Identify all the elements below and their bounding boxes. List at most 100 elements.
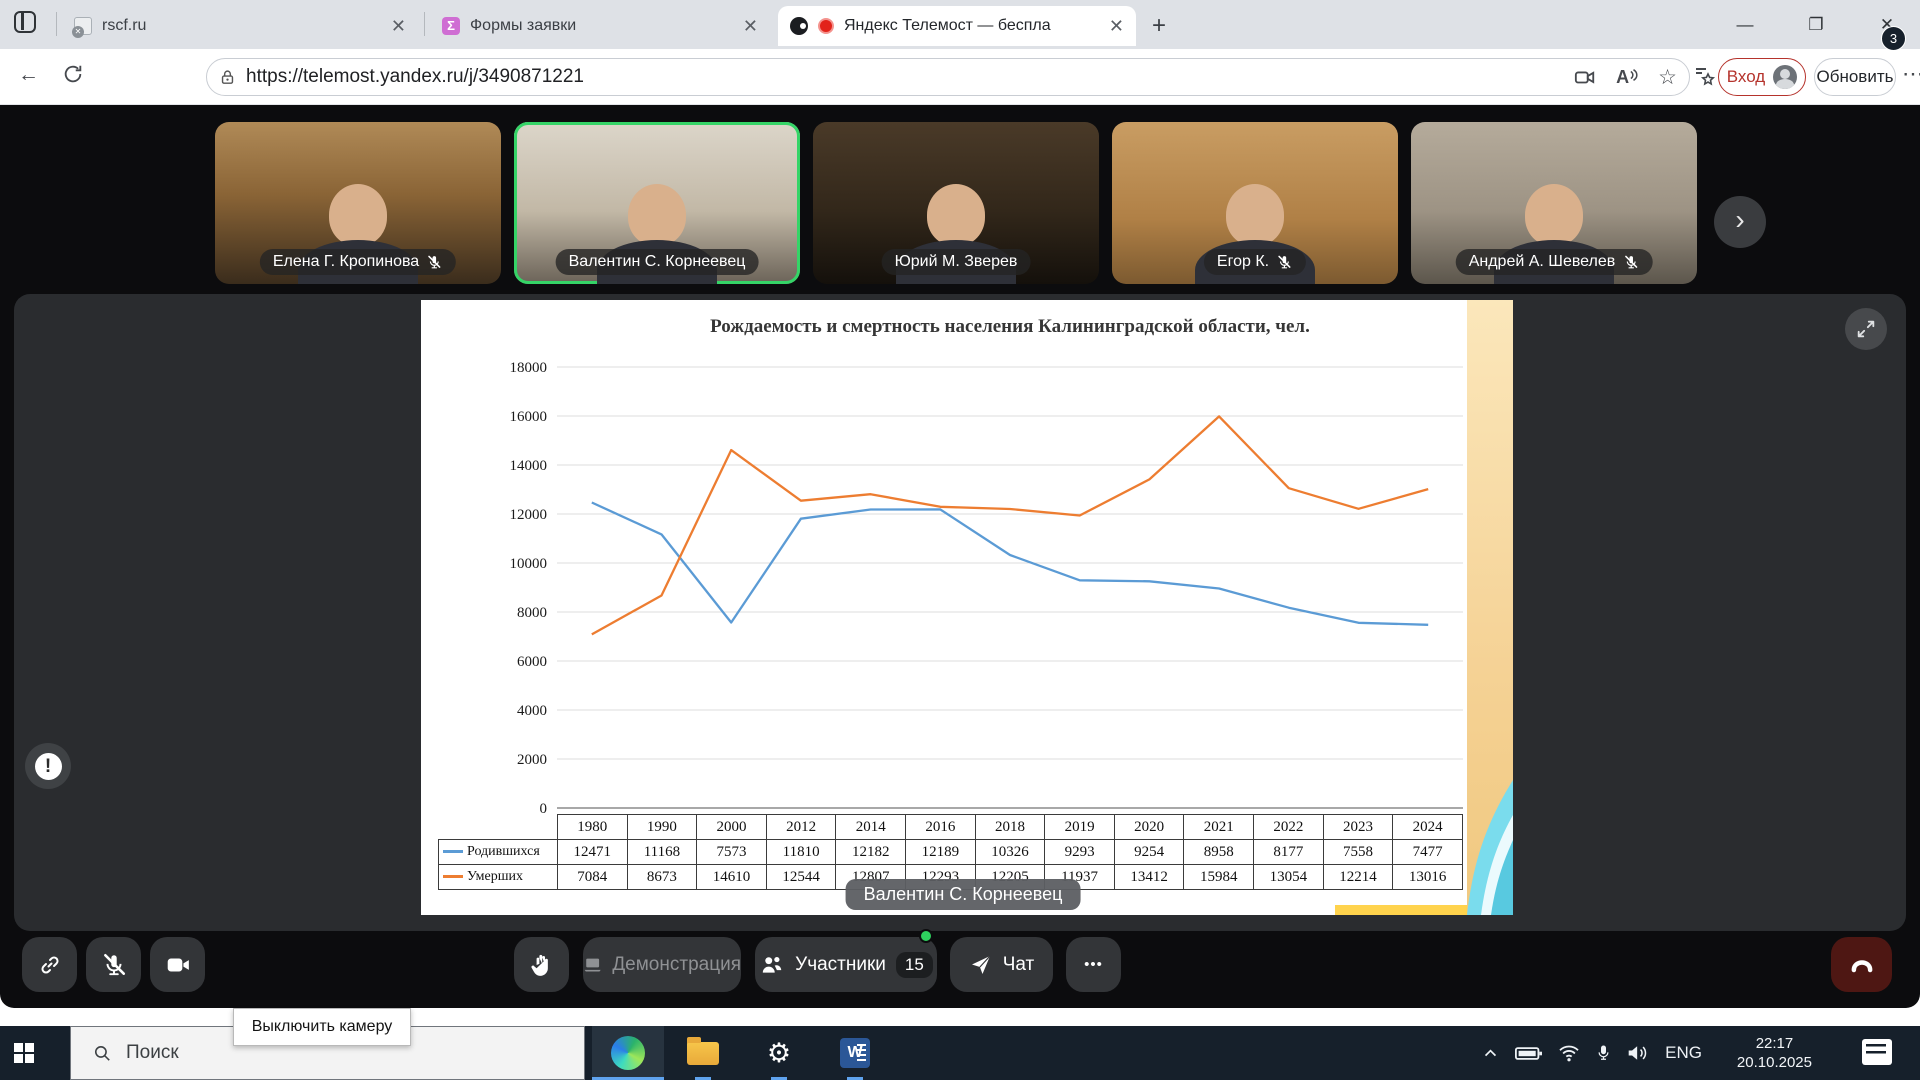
tab-title: rscf.ru <box>102 17 377 35</box>
taskbar-word-button[interactable]: W <box>828 1026 882 1080</box>
mic-muted-icon <box>1276 254 1293 271</box>
meeting-area: Елена Г. Кропинова Валентин С. Корнеевец Ю… <box>0 105 1920 1008</box>
hangup-icon <box>1847 950 1877 980</box>
participant-name: Валентин С. Корнеевец <box>569 253 746 271</box>
refresh-icon[interactable] <box>62 63 84 85</box>
tab-title: Формы заявки <box>470 17 729 35</box>
next-participants-button[interactable]: › <box>1714 196 1766 248</box>
participant-thumbnail[interactable]: Егор К. <box>1112 122 1398 284</box>
value-cell: 12189 <box>906 840 976 865</box>
browser-menu-icon[interactable]: ⋯ <box>1902 61 1920 87</box>
value-cell: 7477 <box>1393 840 1463 865</box>
active-speaker-label: Валентин С. Корнеевец <box>846 879 1081 910</box>
favorite-star-icon[interactable]: ☆ <box>1658 65 1677 90</box>
camera-access-icon[interactable] <box>1574 66 1596 88</box>
more-options-button[interactable]: ••• <box>1066 937 1121 992</box>
svg-text:18000: 18000 <box>510 360 548 376</box>
legend-dash-icon <box>443 850 463 853</box>
taskbar-edge-button[interactable] <box>592 1026 664 1080</box>
participants-icon <box>759 952 785 978</box>
participant-thumbnail[interactable]: Валентин С. Корнеевец <box>514 122 800 284</box>
participant-thumbnail[interactable]: Елена Г. Кропинова <box>215 122 501 284</box>
participant-thumbnail[interactable]: Андрей А. Шевелев <box>1411 122 1697 284</box>
mic-muted-icon <box>426 254 443 271</box>
search-icon <box>93 1044 112 1063</box>
value-cell: 11810 <box>766 840 836 865</box>
raise-hand-button[interactable] <box>514 937 569 992</box>
favorites-hub-icon[interactable] <box>1692 64 1716 88</box>
new-tab-button[interactable]: + <box>1152 12 1166 40</box>
value-cell: 8177 <box>1254 840 1324 865</box>
tab-forms[interactable]: Σ Формы заявки ✕ <box>430 6 770 46</box>
language-indicator[interactable]: ENG <box>1665 1043 1702 1063</box>
year-header: 2016 <box>906 815 976 840</box>
participant-name-label: Андрей А. Шевелев <box>1456 249 1653 275</box>
participant-name-label: Юрий М. Зверев <box>882 249 1031 275</box>
speaker-icon[interactable] <box>1627 1044 1649 1062</box>
battery-icon[interactable] <box>1515 1045 1542 1062</box>
screen-share-label: Демонстрация <box>612 954 741 976</box>
value-cell: 15984 <box>1184 865 1254 890</box>
year-header: 2023 <box>1323 815 1393 840</box>
value-cell: 12182 <box>836 840 906 865</box>
close-tab-icon[interactable]: ✕ <box>743 16 758 37</box>
series-line-Умерших <box>592 416 1428 634</box>
profile-avatar <box>1773 65 1797 89</box>
screen: rscf.ru ✕ Σ Формы заявки ✕ Яндекс Телемо… <box>0 0 1920 1080</box>
svg-text:16000: 16000 <box>510 409 548 425</box>
url-field[interactable]: https://telemost.yandex.ru/j/3490871221 … <box>206 58 1690 96</box>
minimize-button[interactable]: — <box>1722 0 1768 49</box>
tray-expand-icon[interactable] <box>1482 1045 1499 1062</box>
leave-call-button[interactable] <box>1831 937 1892 992</box>
restore-button[interactable]: ❐ <box>1793 0 1839 49</box>
legend-cell: Родившихся <box>439 840 558 865</box>
notification-center-icon[interactable] <box>1862 1039 1892 1065</box>
value-cell: 7573 <box>697 840 767 865</box>
svg-text:8000: 8000 <box>517 605 547 621</box>
tab-telemost-active[interactable]: Яндекс Телемост — беспла ✕ <box>778 6 1136 46</box>
report-problem-button[interactable]: ! <box>25 743 71 789</box>
microphone-muted-button[interactable] <box>86 937 141 992</box>
close-tab-icon[interactable]: ✕ <box>391 16 406 37</box>
start-button[interactable] <box>0 1026 48 1080</box>
participant-name-label: Валентин С. Корнеевец <box>556 249 759 275</box>
svg-text:6000: 6000 <box>517 654 547 670</box>
tab-rscf[interactable]: rscf.ru ✕ <box>62 6 418 46</box>
taskbar-settings-button[interactable]: ⚙ <box>752 1026 806 1080</box>
taskbar-clock[interactable]: 22:17 20.10.2025 <box>1737 1034 1812 1072</box>
notification-count-badge[interactable]: 3 <box>1881 26 1906 51</box>
participant-thumbnail[interactable]: Юрий М. Зверев <box>813 122 1099 284</box>
rscf-favicon-icon <box>74 17 92 35</box>
word-icon: W <box>840 1038 870 1068</box>
value-cell: 9254 <box>1114 840 1184 865</box>
hand-icon <box>529 952 555 978</box>
copy-link-button[interactable] <box>22 937 77 992</box>
back-icon[interactable]: ← <box>18 63 39 87</box>
date: 20.10.2025 <box>1737 1053 1812 1072</box>
year-header: 2018 <box>975 815 1045 840</box>
chat-button[interactable]: Чат <box>950 937 1053 992</box>
url-text: https://telemost.yandex.ru/j/3490871221 <box>246 66 1554 88</box>
login-label: Вход <box>1727 67 1765 87</box>
divider <box>424 12 425 36</box>
exclamation-icon: ! <box>35 753 62 780</box>
tab-actions-icon[interactable] <box>14 11 40 37</box>
participants-online-dot <box>919 929 933 943</box>
camera-on-button[interactable] <box>150 937 205 992</box>
svg-text:2000: 2000 <box>517 752 547 768</box>
taskbar-explorer-button[interactable] <box>676 1026 730 1080</box>
svg-text:12000: 12000 <box>510 507 548 523</box>
read-aloud-icon[interactable]: A <box>1616 67 1638 88</box>
participants-button[interactable]: Участники 15 <box>755 937 937 992</box>
login-button[interactable]: Вход <box>1718 58 1806 96</box>
tab-title: Яндекс Телемост — беспла <box>844 17 1095 35</box>
wifi-icon[interactable] <box>1558 1044 1580 1062</box>
screen-share-button[interactable]: Демонстрация <box>583 937 741 992</box>
expand-icon <box>1855 318 1877 340</box>
year-header: 1990 <box>627 815 697 840</box>
update-browser-button[interactable]: Обновить <box>1814 58 1896 96</box>
tray-mic-icon[interactable] <box>1596 1043 1611 1063</box>
expand-fullscreen-button[interactable] <box>1845 308 1887 350</box>
svg-text:4000: 4000 <box>517 703 547 719</box>
close-tab-icon[interactable]: ✕ <box>1109 16 1124 37</box>
